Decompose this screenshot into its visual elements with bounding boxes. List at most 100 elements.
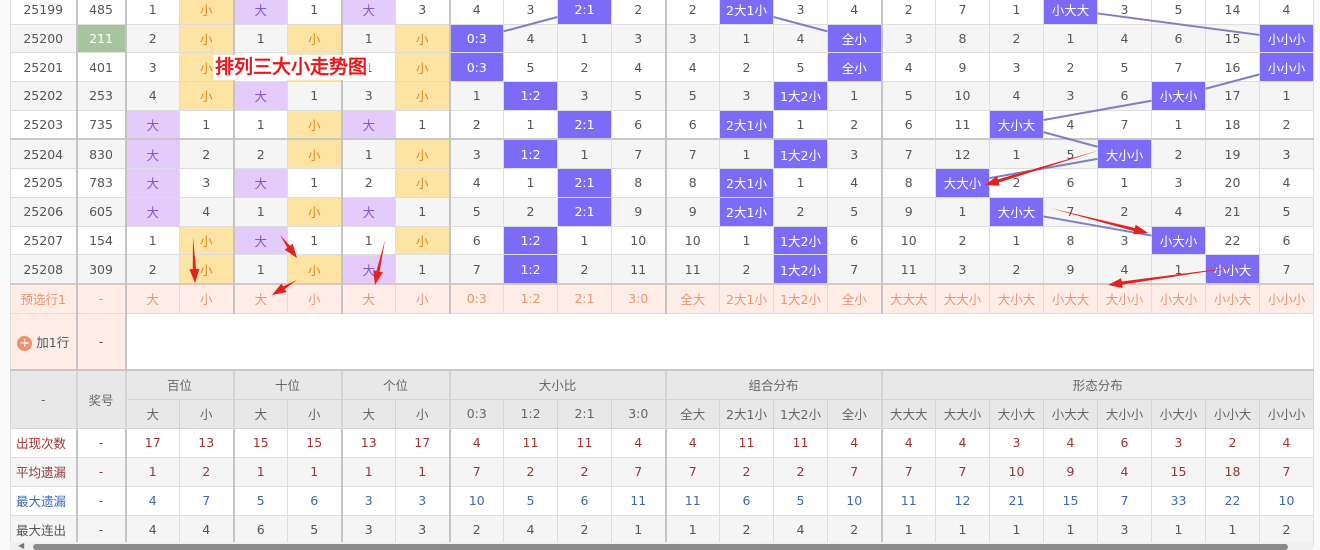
omission-cell: 7: [880, 138, 936, 170]
highlighted-cell: 小: [395, 225, 450, 256]
omission-cell: 1: [503, 168, 558, 198]
draw-number-cell: 309: [75, 254, 126, 285]
preselect-option[interactable]: 全大: [664, 282, 720, 314]
preselect-option[interactable]: 3:0: [611, 282, 666, 314]
stats-value: 1: [1043, 514, 1098, 545]
stats-value: 11: [719, 427, 774, 458]
omission-cell: 3: [448, 138, 504, 170]
preselect-option[interactable]: 大: [340, 282, 396, 314]
highlighted-cell: 1:2: [503, 138, 558, 170]
highlighted-cell: 2大1小: [719, 109, 774, 140]
omission-cell: 1: [557, 138, 612, 170]
stats-value: 4: [124, 514, 180, 545]
stats-label: 出现次数: [10, 427, 77, 458]
omission-cell: 6: [664, 109, 720, 140]
omission-cell: 6: [1043, 168, 1098, 198]
preselect-option[interactable]: 大大大: [880, 282, 936, 314]
stats-value: 2: [719, 456, 774, 487]
preselect-option[interactable]: 大小小: [1097, 282, 1152, 314]
omission-cell: 2: [124, 23, 180, 54]
preselect-option[interactable]: 小大大: [1043, 282, 1098, 314]
omission-cell: 1: [395, 196, 450, 227]
stats-value: 11: [503, 427, 558, 458]
header-group: 百位: [124, 368, 234, 400]
omission-cell: 2: [1097, 196, 1152, 227]
stats-value: 4: [1043, 427, 1098, 458]
omission-cell: 7: [1043, 196, 1098, 227]
omission-cell: 7: [827, 254, 882, 285]
preselect-option[interactable]: 小: [395, 282, 450, 314]
plus-icon[interactable]: +: [17, 335, 33, 351]
highlighted-cell: 小: [179, 81, 234, 111]
preselect-option[interactable]: 小小大: [1205, 282, 1260, 314]
scroll-left-arrow-icon[interactable]: ◀: [18, 542, 24, 550]
horizontal-scrollbar[interactable]: ◀: [10, 542, 1313, 550]
omission-cell: 3: [935, 254, 990, 285]
omission-cell: 4: [1259, 168, 1314, 198]
omission-cell: 10: [611, 225, 666, 256]
highlighted-cell: 大: [340, 109, 396, 140]
stats-row: 平均遗漏 -1 2 1 1 1 1 7 2 2 7 7 2 2 7 7 7 10 9 4 15 18 7: [10, 456, 1314, 487]
add-row-label[interactable]: 加1行: [36, 335, 69, 350]
subheader-cell: 2:1: [557, 398, 612, 429]
omission-cell: 2: [989, 23, 1044, 54]
preselect-option[interactable]: 大小大: [989, 282, 1044, 314]
header-row: - 奖号 百位 十位 个位 大小比 组合分布 形态分布: [10, 368, 1314, 429]
preselect-option[interactable]: 全小: [827, 282, 882, 314]
highlighted-cell: 1:2: [503, 81, 558, 111]
stats-value: 2: [1205, 427, 1260, 458]
table-row: 25207 154 1 小大 1 1 小 6 1:2 1 10 10 1 1大2小 6 10 2 1 8 3 小大小 22…: [10, 225, 1314, 256]
omission-cell: 4: [773, 23, 828, 54]
highlighted-cell: 小: [287, 254, 342, 285]
scrollbar-thumb[interactable]: [33, 544, 1288, 550]
omission-cell: 3: [880, 23, 936, 54]
stats-value: 10: [448, 485, 504, 516]
period-cell: 25206: [10, 196, 77, 227]
stats-value: 21: [989, 485, 1044, 516]
highlighted-cell: 小: [179, 225, 234, 256]
omission-cell: 1: [773, 109, 828, 140]
preselect-option[interactable]: 小小小: [1259, 282, 1314, 314]
highlighted-cell: 小: [395, 138, 450, 170]
stats-value: 4: [935, 427, 990, 458]
preselect-option[interactable]: 大大小: [935, 282, 990, 314]
preselect-option[interactable]: 2:1: [557, 282, 612, 314]
preselect-option[interactable]: 1大2小: [773, 282, 828, 314]
omission-cell: 4: [827, 0, 882, 25]
preselect-option[interactable]: 小: [179, 282, 234, 314]
stats-value: 3: [989, 427, 1044, 458]
omission-cell: 5: [448, 196, 504, 227]
table-row: 25205 783 大 3 大 1 2 小 4 1 2:1 8 8 2大1小 1 4 8 大大小 2 6 1 3 20 4: [10, 168, 1314, 198]
draw-number-cell: 783: [75, 168, 126, 198]
table-row: 25208 309 2 小 1 小大 1 7 1:2 2 11 11 2 1大2小 7 11 3 2 9 4 1 小小大 7: [10, 254, 1314, 285]
omission-cell: 20: [1205, 168, 1260, 198]
preselect-option[interactable]: 1:2: [503, 282, 558, 314]
omission-cell: 4: [448, 0, 504, 25]
highlighted-cell: 小: [179, 0, 234, 25]
preselect-option[interactable]: 大: [232, 282, 288, 314]
omission-cell: 8: [664, 168, 720, 198]
subheader-cell: 1大2小: [773, 398, 828, 429]
omission-cell: 8: [611, 168, 666, 198]
omission-cell: 1: [232, 254, 288, 285]
omission-cell: 7: [1151, 52, 1206, 83]
omission-cell: 1: [773, 168, 828, 198]
omission-cell: 3: [1097, 225, 1152, 256]
table-row: 25203 735 大 1 1 小大 1 2 1 2:1 6 6 2大1小 1 2 6 11 大小大 4 7 1 18 2: [10, 109, 1314, 140]
omission-cell: 1: [124, 0, 180, 25]
highlighted-cell: 小: [179, 23, 234, 54]
draw-number-cell: 485: [75, 0, 126, 25]
stats-value: 11: [880, 485, 936, 516]
preselect-option[interactable]: 小大小: [1151, 282, 1206, 314]
stats-value: 1: [611, 514, 666, 545]
preselect-option[interactable]: 0:3: [448, 282, 504, 314]
stats-value: 13: [179, 427, 234, 458]
omission-cell: 2: [124, 254, 180, 285]
add-row-button[interactable]: + 加1行: [10, 312, 77, 371]
highlighted-cell: 大: [124, 196, 180, 227]
stats-value: 6: [287, 485, 342, 516]
stats-value: 3: [340, 485, 396, 516]
preselect-option[interactable]: 大: [124, 282, 180, 314]
preselect-option[interactable]: 小: [287, 282, 342, 314]
preselect-option[interactable]: 2大1小: [719, 282, 774, 314]
